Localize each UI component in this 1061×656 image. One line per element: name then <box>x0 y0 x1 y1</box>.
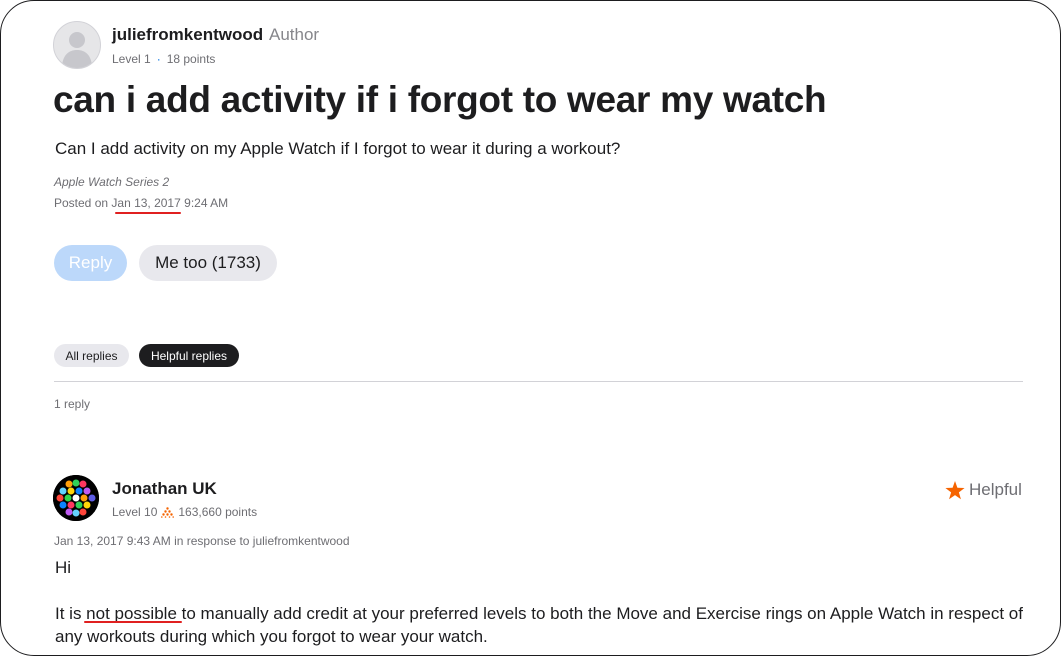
author-level-label: Level 1 <box>112 52 151 66</box>
reply-level: Level 10 163,660 points <box>112 505 257 519</box>
reply-meta: Jan 13, 2017 9:43 AM in response to juli… <box>54 534 350 548</box>
app-grid-icon <box>53 475 99 521</box>
date-annotation-underline <box>115 212 181 214</box>
posted-date: Posted on Jan 13, 2017 9:24 AM <box>54 196 228 210</box>
helpful-label: Helpful <box>969 480 1022 499</box>
reply-count: 1 reply <box>54 397 91 411</box>
posted-date-value: Jan 13, 2017 <box>111 196 181 210</box>
reply-body-prefix: It is <box>55 604 87 623</box>
person-silhouette-icon <box>62 32 92 68</box>
product-tag[interactable]: Apple Watch Series 2 <box>54 175 169 189</box>
reply-points: 163,660 points <box>178 505 258 519</box>
author-points: 18 points <box>166 52 216 66</box>
author-avatar[interactable] <box>53 21 101 69</box>
separator-dot: · <box>156 52 161 66</box>
reply-greeting: Hi <box>55 558 72 577</box>
reply-avatar[interactable] <box>53 475 99 521</box>
page-frame: juliefromkentwood Author Level 1 · 18 poin… <box>0 0 1061 656</box>
pyramid-icon <box>161 506 175 518</box>
author-username[interactable]: juliefromkentwood <box>112 25 263 45</box>
reply-level-label: Level 10 <box>112 505 158 519</box>
helpful-badge: Helpful <box>945 480 1022 500</box>
reply-body: It is not possible to manually add credi… <box>55 602 1025 648</box>
reply-body-suffix: to manually add credit at your preferred… <box>55 604 1023 646</box>
reply-button[interactable]: Reply <box>54 245 127 281</box>
me-too-button[interactable]: Me too (1733) <box>139 245 277 281</box>
reply-username[interactable]: Jonathan UK <box>112 479 217 499</box>
section-divider <box>54 381 1023 382</box>
question-body: Can I add activity on my Apple Watch if … <box>55 139 621 158</box>
author-tag: Author <box>269 25 320 44</box>
posted-time: 9:24 AM <box>184 196 229 210</box>
posted-prefix: Posted on <box>54 196 109 210</box>
tab-helpful-replies[interactable]: Helpful replies <box>139 344 239 367</box>
question-title: can i add activity if i forgot to wear m… <box>53 79 827 120</box>
star-icon <box>945 480 965 499</box>
emphasis-annotation-underline <box>84 621 182 623</box>
author-level: Level 1 · 18 points <box>112 52 215 66</box>
tab-all-replies[interactable]: All replies <box>54 344 129 367</box>
